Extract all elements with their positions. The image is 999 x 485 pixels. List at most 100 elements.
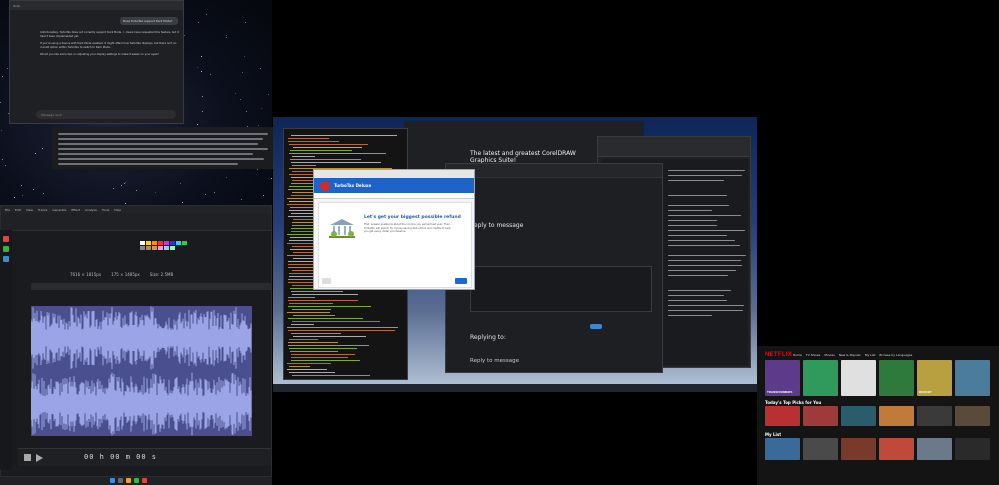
menu-edit[interactable]: Edit <box>15 208 21 212</box>
netflix-title-tile[interactable]: ROCKET <box>917 360 952 396</box>
star <box>42 148 43 150</box>
netflix-title-tile[interactable] <box>803 438 838 460</box>
app-icon[interactable] <box>142 478 147 483</box>
netflix-title-tile[interactable] <box>917 438 952 460</box>
star <box>1 75 3 77</box>
nav-home[interactable]: Home <box>793 353 802 357</box>
play-button-icon[interactable] <box>36 454 43 462</box>
tool-icon[interactable] <box>3 256 9 262</box>
terminal-line <box>287 138 330 139</box>
forum-reply-window[interactable]: Reply to message Replying to: Reply to m… <box>445 163 663 373</box>
stop-icon[interactable] <box>24 454 31 461</box>
netflix-title-tile[interactable] <box>841 360 876 396</box>
audio-track-stats: 7616 × 1815px 175 × 1485px Size: 2.5MB <box>70 272 173 277</box>
turbotax-window[interactable]: TurboTax Deluxe Let's get your biggest p… <box>313 169 475 290</box>
timeline-ruler[interactable] <box>31 283 271 290</box>
doc-text-line <box>668 295 725 296</box>
netflix-title-tile[interactable] <box>955 360 990 396</box>
right-doc-text <box>668 170 753 330</box>
menu-view[interactable]: View <box>26 208 33 212</box>
netflix-title-tile[interactable] <box>917 406 952 426</box>
nav-movies[interactable]: Movies <box>824 353 834 357</box>
star <box>32 188 34 190</box>
netflix-title-tile[interactable] <box>803 406 838 426</box>
menu-tools[interactable]: Tools <box>102 208 109 212</box>
star <box>120 185 122 187</box>
doc-text-line <box>668 230 746 231</box>
star <box>179 182 181 184</box>
menu-analyze[interactable]: Analyze <box>85 208 97 212</box>
answer-paragraph-2: If you're using a device with Dark Mode … <box>40 42 177 49</box>
star <box>198 21 200 23</box>
terminal-line <box>292 321 381 322</box>
nav-my-list[interactable]: My List <box>865 353 876 357</box>
back-button[interactable] <box>322 278 331 284</box>
terminal-line <box>289 150 352 151</box>
terminal-line <box>289 351 339 352</box>
nav-tv-shows[interactable]: TV Shows <box>806 353 821 357</box>
star <box>244 22 246 24</box>
netflix-title-tile[interactable] <box>841 406 876 426</box>
netflix-nav: Home TV Shows Movies New & Popular My Li… <box>793 353 912 357</box>
stat-3: Size: 2.5MB <box>149 272 174 277</box>
chat-title: Grok <box>13 3 21 8</box>
doc-text-line <box>668 265 742 266</box>
turbotax-header: TurboTax Deluxe <box>314 178 474 193</box>
netflix-row-title: My List <box>765 432 782 437</box>
reply-subheading: Reply to message <box>470 358 519 364</box>
search-icon[interactable] <box>118 478 123 483</box>
transport-bar: 00 h 00 m 00 s <box>18 448 271 466</box>
star <box>6 67 8 69</box>
chat-input[interactable]: Message Grok <box>36 110 176 119</box>
netflix-title-tile[interactable] <box>879 438 914 460</box>
menu-effect[interactable]: Effect <box>71 208 80 212</box>
reply-editor[interactable] <box>470 266 652 312</box>
netflix-logo[interactable]: NETFLIX <box>765 352 792 358</box>
menu-generate[interactable]: Generate <box>52 208 66 212</box>
answer-paragraph-1: Unfortunately, TurboTax does not current… <box>40 31 179 38</box>
star <box>225 177 227 179</box>
netflix-title-tile[interactable] <box>879 360 914 396</box>
doc-text-line <box>668 270 737 271</box>
explorer-icon[interactable] <box>126 478 131 483</box>
play-icon[interactable] <box>3 246 9 252</box>
waveform-track[interactable] <box>30 306 252 436</box>
chat-window[interactable]: Grok Does TurboTax support Dark Mode? Un… <box>9 0 184 124</box>
menu-tracks[interactable]: Tracks <box>38 208 47 212</box>
netflix-title-tile[interactable] <box>955 438 990 460</box>
netflix-title-tile[interactable] <box>765 406 800 426</box>
continue-button[interactable] <box>455 278 467 284</box>
doc-text-line <box>668 245 740 246</box>
turbotax-titlebar <box>314 170 474 178</box>
audio-toolbar <box>1 213 271 231</box>
nav-languages[interactable]: Browse by Languages <box>879 353 912 357</box>
netflix-title-tile[interactable] <box>765 438 800 460</box>
terminal-line <box>289 372 335 373</box>
doc-text-line <box>668 210 713 211</box>
netflix-title-tile[interactable] <box>841 438 876 460</box>
chat-titlebar: Grok <box>10 1 183 10</box>
menu-file[interactable]: File <box>5 208 10 212</box>
terminal-line <box>292 309 331 310</box>
doc-text-line <box>668 300 727 301</box>
record-icon[interactable] <box>3 236 9 242</box>
netflix-window[interactable]: NETFLIX Home TV Shows Movies New & Popul… <box>757 346 999 485</box>
terminal-line <box>291 354 355 355</box>
terminal-line <box>288 342 339 343</box>
netflix-title-tile[interactable]: TRANSFORMERS <box>765 360 800 396</box>
start-icon[interactable] <box>110 478 115 483</box>
netflix-title-tile[interactable] <box>955 406 990 426</box>
terminal-line <box>292 147 362 148</box>
nav-new-popular[interactable]: New & Popular <box>839 353 861 357</box>
netflix-title-tile[interactable] <box>879 406 914 426</box>
menu-help[interactable]: Help <box>114 208 121 212</box>
doc-text-line <box>668 175 743 176</box>
star <box>202 110 204 112</box>
post-button[interactable] <box>590 324 602 329</box>
terminal-line <box>289 144 368 145</box>
star <box>263 194 265 196</box>
waveform-graphic <box>30 306 252 436</box>
star <box>205 14 207 15</box>
netflix-title-tile[interactable] <box>803 360 838 396</box>
browser-icon[interactable] <box>134 478 139 483</box>
